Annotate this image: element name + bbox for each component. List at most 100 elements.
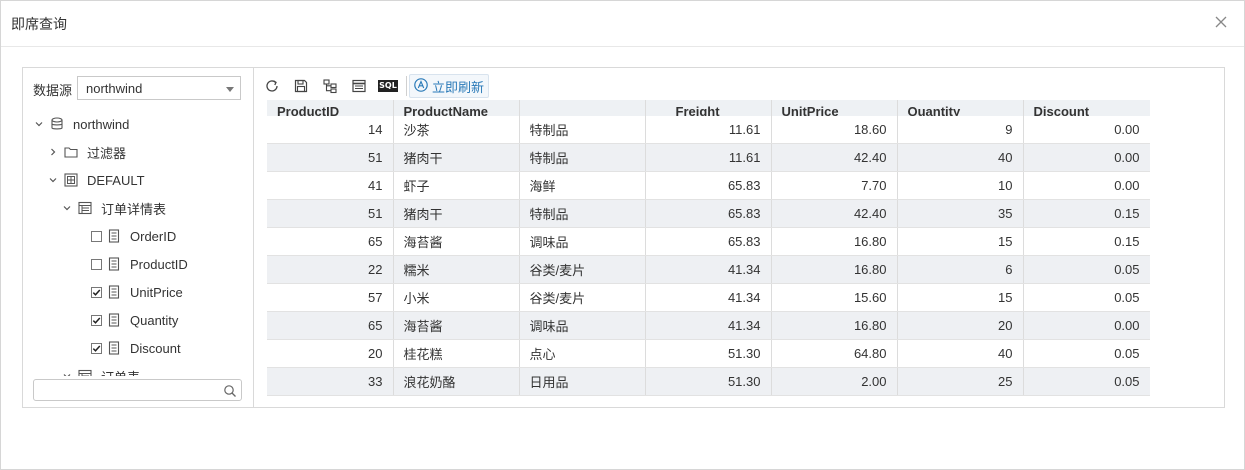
table-cell: 0.05 — [1023, 367, 1150, 396]
table-cell: 65.83 — [645, 199, 772, 228]
column-header[interactable]: Quantity — [897, 100, 1024, 116]
table-row[interactable]: 65 海苔酱 调味品 65.83 16.80 15 0.15 — [267, 227, 1150, 256]
field-checkbox-checked[interactable] — [91, 314, 102, 326]
field-panel: 数据源 northwind northwind 过滤器 DEFAULT 订单详情… — [23, 68, 254, 407]
query-panel: 数据源 northwind northwind 过滤器 DEFAULT 订单详情… — [22, 67, 1225, 408]
table-cell: 猪肉干 — [393, 143, 520, 172]
hierarchy-icon[interactable] — [319, 75, 341, 97]
form-icon[interactable] — [348, 75, 370, 97]
table-cell: 35 — [897, 199, 1024, 228]
tree-field-orderid[interactable]: OrderID — [91, 222, 176, 250]
table-cell: 57 — [267, 283, 394, 312]
table-cell: 浪花奶酪 — [393, 367, 520, 396]
field-checkbox[interactable] — [91, 230, 102, 242]
chevron-down-icon — [226, 87, 234, 92]
sql-icon[interactable]: SQL — [377, 75, 399, 97]
field-checkbox[interactable] — [91, 258, 102, 270]
table-cell: 0.00 — [1023, 143, 1150, 172]
table-row[interactable]: 65 海苔酱 调味品 41.34 16.80 20 0.00 — [267, 311, 1150, 340]
column-header[interactable]: ProductID — [267, 100, 394, 116]
tree-node-default[interactable]: DEFAULT — [47, 166, 145, 194]
table-cell: 0.15 — [1023, 227, 1150, 256]
field-search[interactable] — [33, 379, 242, 401]
column-header[interactable]: ProductName — [393, 100, 520, 116]
sql-label: SQL — [378, 80, 398, 92]
dialog-title: 即席查询 — [11, 16, 67, 32]
table-cell: 15.60 — [771, 283, 898, 312]
tree-node-northwind[interactable]: northwind — [33, 110, 129, 138]
table-cell: 15 — [897, 283, 1024, 312]
datasource-select[interactable]: northwind — [77, 76, 241, 100]
chevron-down-icon[interactable] — [47, 174, 59, 186]
table-cell: 20 — [267, 339, 394, 368]
close-icon[interactable] — [1212, 13, 1230, 31]
table-cell: 51 — [267, 143, 394, 172]
table-row[interactable]: 41 虾子 海鲜 65.83 7.70 10 0.00 — [267, 171, 1150, 200]
field-checkbox-checked[interactable] — [91, 342, 102, 354]
tree-node-label: UnitPrice — [130, 284, 183, 300]
field-checkbox-checked[interactable] — [91, 286, 102, 298]
column-header[interactable]: UnitPrice — [771, 100, 898, 116]
table-row[interactable]: 51 猪肉干 特制品 11.61 42.40 40 0.00 — [267, 143, 1150, 172]
refresh-now-label: 立即刷新 — [432, 79, 485, 95]
table-cell: 18.60 — [771, 116, 898, 144]
table-row[interactable]: 22 糯米 谷类/麦片 41.34 16.80 6 0.05 — [267, 255, 1150, 284]
table-row[interactable]: 57 小米 谷类/麦片 41.34 15.60 15 0.05 — [267, 283, 1150, 312]
table-cell: 25 — [897, 367, 1024, 396]
chevron-down-icon[interactable] — [61, 370, 73, 376]
tree-node-label: ProductID — [130, 256, 188, 272]
save-icon[interactable] — [290, 75, 312, 97]
table-cell: 11.61 — [645, 143, 772, 172]
chevron-down-icon[interactable] — [61, 202, 73, 214]
table-cell: 0.15 — [1023, 199, 1150, 228]
table-cell: 10 — [897, 171, 1024, 200]
reload-icon[interactable] — [261, 75, 283, 97]
field-icon — [106, 284, 122, 300]
tree-node-label: northwind — [73, 116, 130, 132]
chevron-down-icon[interactable] — [33, 118, 45, 130]
tree-field-discount[interactable]: Discount — [91, 334, 181, 362]
tree-field-quantity[interactable]: Quantity — [91, 306, 178, 334]
table-cell: 20 — [897, 311, 1024, 340]
tree-node-order-details[interactable]: 订单详情表 — [61, 194, 166, 222]
refresh-now-button[interactable]: 立即刷新 — [409, 74, 490, 98]
column-header[interactable] — [519, 100, 646, 116]
tree-field-unitprice[interactable]: UnitPrice — [91, 278, 183, 306]
table-cell: 0.05 — [1023, 283, 1150, 312]
folder-icon — [63, 144, 79, 160]
tree-node-label: Quantity — [130, 312, 179, 328]
table-cell: 40 — [897, 339, 1024, 368]
table-cell: 猪肉干 — [393, 199, 520, 228]
tree-node-label: 过滤器 — [87, 145, 127, 161]
field-icon — [106, 340, 122, 356]
field-search-input[interactable] — [38, 381, 222, 401]
field-icon — [106, 312, 122, 328]
table-cell: 16.80 — [771, 255, 898, 284]
search-icon[interactable] — [223, 384, 237, 398]
tree-node-label: Discount — [130, 340, 181, 356]
table-cell: 41.34 — [645, 255, 772, 284]
table-row[interactable]: 14 沙茶 特制品 11.61 18.60 9 0.00 — [267, 116, 1150, 144]
table-icon — [77, 368, 93, 376]
table-row[interactable]: 33 浪花奶酪 日用品 51.30 2.00 25 0.05 — [267, 367, 1150, 396]
tree-field-productid[interactable]: ProductID — [91, 250, 188, 278]
table-cell: 特制品 — [519, 116, 646, 144]
table-cell: 16.80 — [771, 227, 898, 256]
table-cell: 16.80 — [771, 311, 898, 340]
table-header-row: ProductID ProductName Freight UnitPrice … — [267, 100, 1150, 116]
table-row[interactable]: 51 猪肉干 特制品 65.83 42.40 35 0.15 — [267, 199, 1150, 228]
chevron-right-icon[interactable] — [47, 146, 59, 158]
column-header[interactable]: Discount — [1023, 100, 1150, 116]
table-cell: 2.00 — [771, 367, 898, 396]
field-tree: northwind 过滤器 DEFAULT 订单详情表 OrderID Prod… — [23, 110, 252, 376]
table-cell: 7.70 — [771, 171, 898, 200]
table-row[interactable]: 20 桂花糕 点心 51.30 64.80 40 0.05 — [267, 339, 1150, 368]
table-cell: 0.05 — [1023, 339, 1150, 368]
table-cell: 沙茶 — [393, 116, 520, 144]
table-cell: 6 — [897, 255, 1024, 284]
query-toolbar: SQL 立即刷新 — [261, 72, 490, 100]
table-cell: 点心 — [519, 339, 646, 368]
tree-node-filters[interactable]: 过滤器 — [47, 138, 126, 166]
column-header[interactable]: Freight — [645, 100, 772, 116]
tree-node-orders[interactable]: 订单表 — [61, 362, 140, 376]
